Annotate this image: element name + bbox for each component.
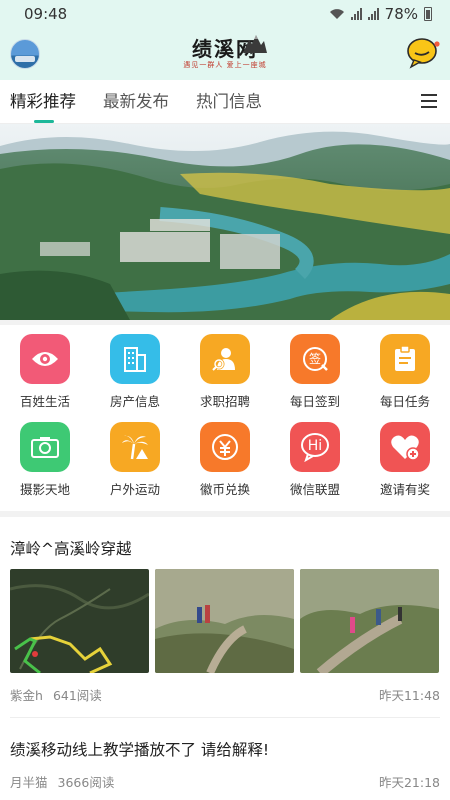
heart-plus-icon [380, 422, 430, 472]
grid-row-1: 百姓生活 房产信息 求职招聘 签 每日签到 每日任务 [0, 334, 450, 422]
app-header: 绩溪网 遇见一群人 爱上一座城 [0, 28, 450, 80]
grid-label: 徽币兑换 [199, 482, 250, 497]
grid-label: 每日任务 [379, 394, 430, 409]
app-page: 09:48 78% 绩溪网 遇见一群人 爱上一座城 精彩推荐 最新发布 热门信息… [0, 0, 450, 800]
battery-icon [424, 7, 432, 21]
thumbnail-hikers-2[interactable] [300, 569, 439, 673]
palm-tree-icon [110, 422, 160, 472]
article-time: 昨天21:18 [378, 775, 440, 790]
article-meta: 月半猫 3666阅读 昨天21:18 [0, 772, 450, 791]
signal-icon-2 [367, 8, 379, 20]
grid-label: 户外运动 [109, 482, 160, 497]
thumbnail-hikers-1[interactable] [155, 569, 294, 673]
building-icon [110, 334, 160, 384]
camera-icon [20, 422, 70, 472]
checkin-glyph: 签 [308, 351, 321, 366]
grid-item-daily-tasks[interactable]: 每日任务 [360, 334, 450, 422]
grid-label: 每日签到 [289, 394, 340, 409]
article-card[interactable]: 漳岭^高溪岭穿越 紫金h 641阅读 昨天11:48 [0, 517, 450, 718]
status-time: 09:48 [24, 5, 68, 23]
category-grid: 百姓生活 房产信息 求职招聘 签 每日签到 每日任务 摄影天地 户外运动 徽币兑… [0, 325, 450, 511]
grid-item-wechat-alliance[interactable]: Hi 微信联盟 [270, 422, 360, 510]
signal-icon [350, 8, 362, 20]
grid-item-outdoor[interactable]: 户外运动 [90, 422, 180, 510]
banner-landscape [0, 124, 450, 320]
tab-popular[interactable]: 热门信息 [196, 80, 262, 124]
menu-icon[interactable] [421, 94, 437, 108]
article-title[interactable]: 漳岭^高溪岭穿越 [0, 517, 450, 569]
article-title[interactable]: 绩溪移动线上教学播放不了 请给解释! [0, 718, 450, 772]
article-feed: 漳岭^高溪岭穿越 紫金h 641阅读 昨天11:48 绩溪移动线上教学播放不了 … [0, 517, 450, 800]
eye-icon [20, 334, 70, 384]
grid-label: 求职招聘 [199, 394, 250, 409]
grid-item-real-estate[interactable]: 房产信息 [90, 334, 180, 422]
grid-item-coin-exchange[interactable]: 徽币兑换 [180, 422, 270, 510]
thumbnail-map[interactable] [10, 569, 149, 673]
tab-bar: 精彩推荐 最新发布 热门信息 [0, 80, 450, 124]
coin-exchange-icon [200, 422, 250, 472]
article-card[interactable]: 绩溪移动线上教学播放不了 请给解释! 月半猫 3666阅读 昨天21:18 [0, 718, 450, 791]
mountain-logo-icon [243, 35, 267, 53]
clipboard-icon [380, 334, 430, 384]
article-author[interactable]: 紫金h [10, 688, 43, 703]
grid-label: 摄影天地 [19, 482, 70, 497]
user-avatar[interactable] [10, 39, 40, 69]
top-area: 09:48 78% 绩溪网 遇见一群人 爱上一座城 [0, 0, 450, 80]
job-search-icon [200, 334, 250, 384]
grid-item-photography[interactable]: 摄影天地 [0, 422, 90, 510]
tab-featured[interactable]: 精彩推荐 [10, 80, 76, 124]
article-author[interactable]: 月半猫 [10, 775, 48, 790]
status-bar: 09:48 78% [0, 0, 450, 28]
article-thumbnails [0, 569, 450, 673]
grid-label: 房产信息 [109, 394, 160, 409]
battery-percent: 78% [384, 5, 418, 23]
tab-latest[interactable]: 最新发布 [103, 80, 169, 124]
banner-image[interactable] [0, 124, 450, 320]
status-icons: 78% [329, 5, 432, 23]
grid-item-daily-life[interactable]: 百姓生活 [0, 334, 90, 422]
grid-label: 百姓生活 [19, 394, 70, 409]
article-time: 昨天11:48 [378, 688, 440, 703]
grid-label: 微信联盟 [289, 482, 340, 497]
chat-bubble-icon[interactable] [406, 37, 440, 69]
grid-row-2: 摄影天地 户外运动 徽币兑换 Hi 微信联盟 邀请有奖 [0, 422, 450, 510]
chat-hi-icon: Hi [290, 422, 340, 472]
grid-item-daily-checkin[interactable]: 签 每日签到 [270, 334, 360, 422]
logo-slogan: 遇见一群人 爱上一座城 [183, 61, 267, 69]
checkin-icon: 签 [290, 334, 340, 384]
wifi-icon [329, 9, 344, 19]
grid-item-invite-reward[interactable]: 邀请有奖 [360, 422, 450, 510]
article-meta: 紫金h 641阅读 昨天11:48 [0, 673, 450, 711]
grid-item-jobs[interactable]: 求职招聘 [180, 334, 270, 422]
grid-label: 邀请有奖 [379, 482, 430, 497]
article-reads: 3666阅读 [57, 775, 115, 790]
article-reads: 641阅读 [52, 688, 102, 703]
hi-glyph: Hi [307, 437, 323, 454]
